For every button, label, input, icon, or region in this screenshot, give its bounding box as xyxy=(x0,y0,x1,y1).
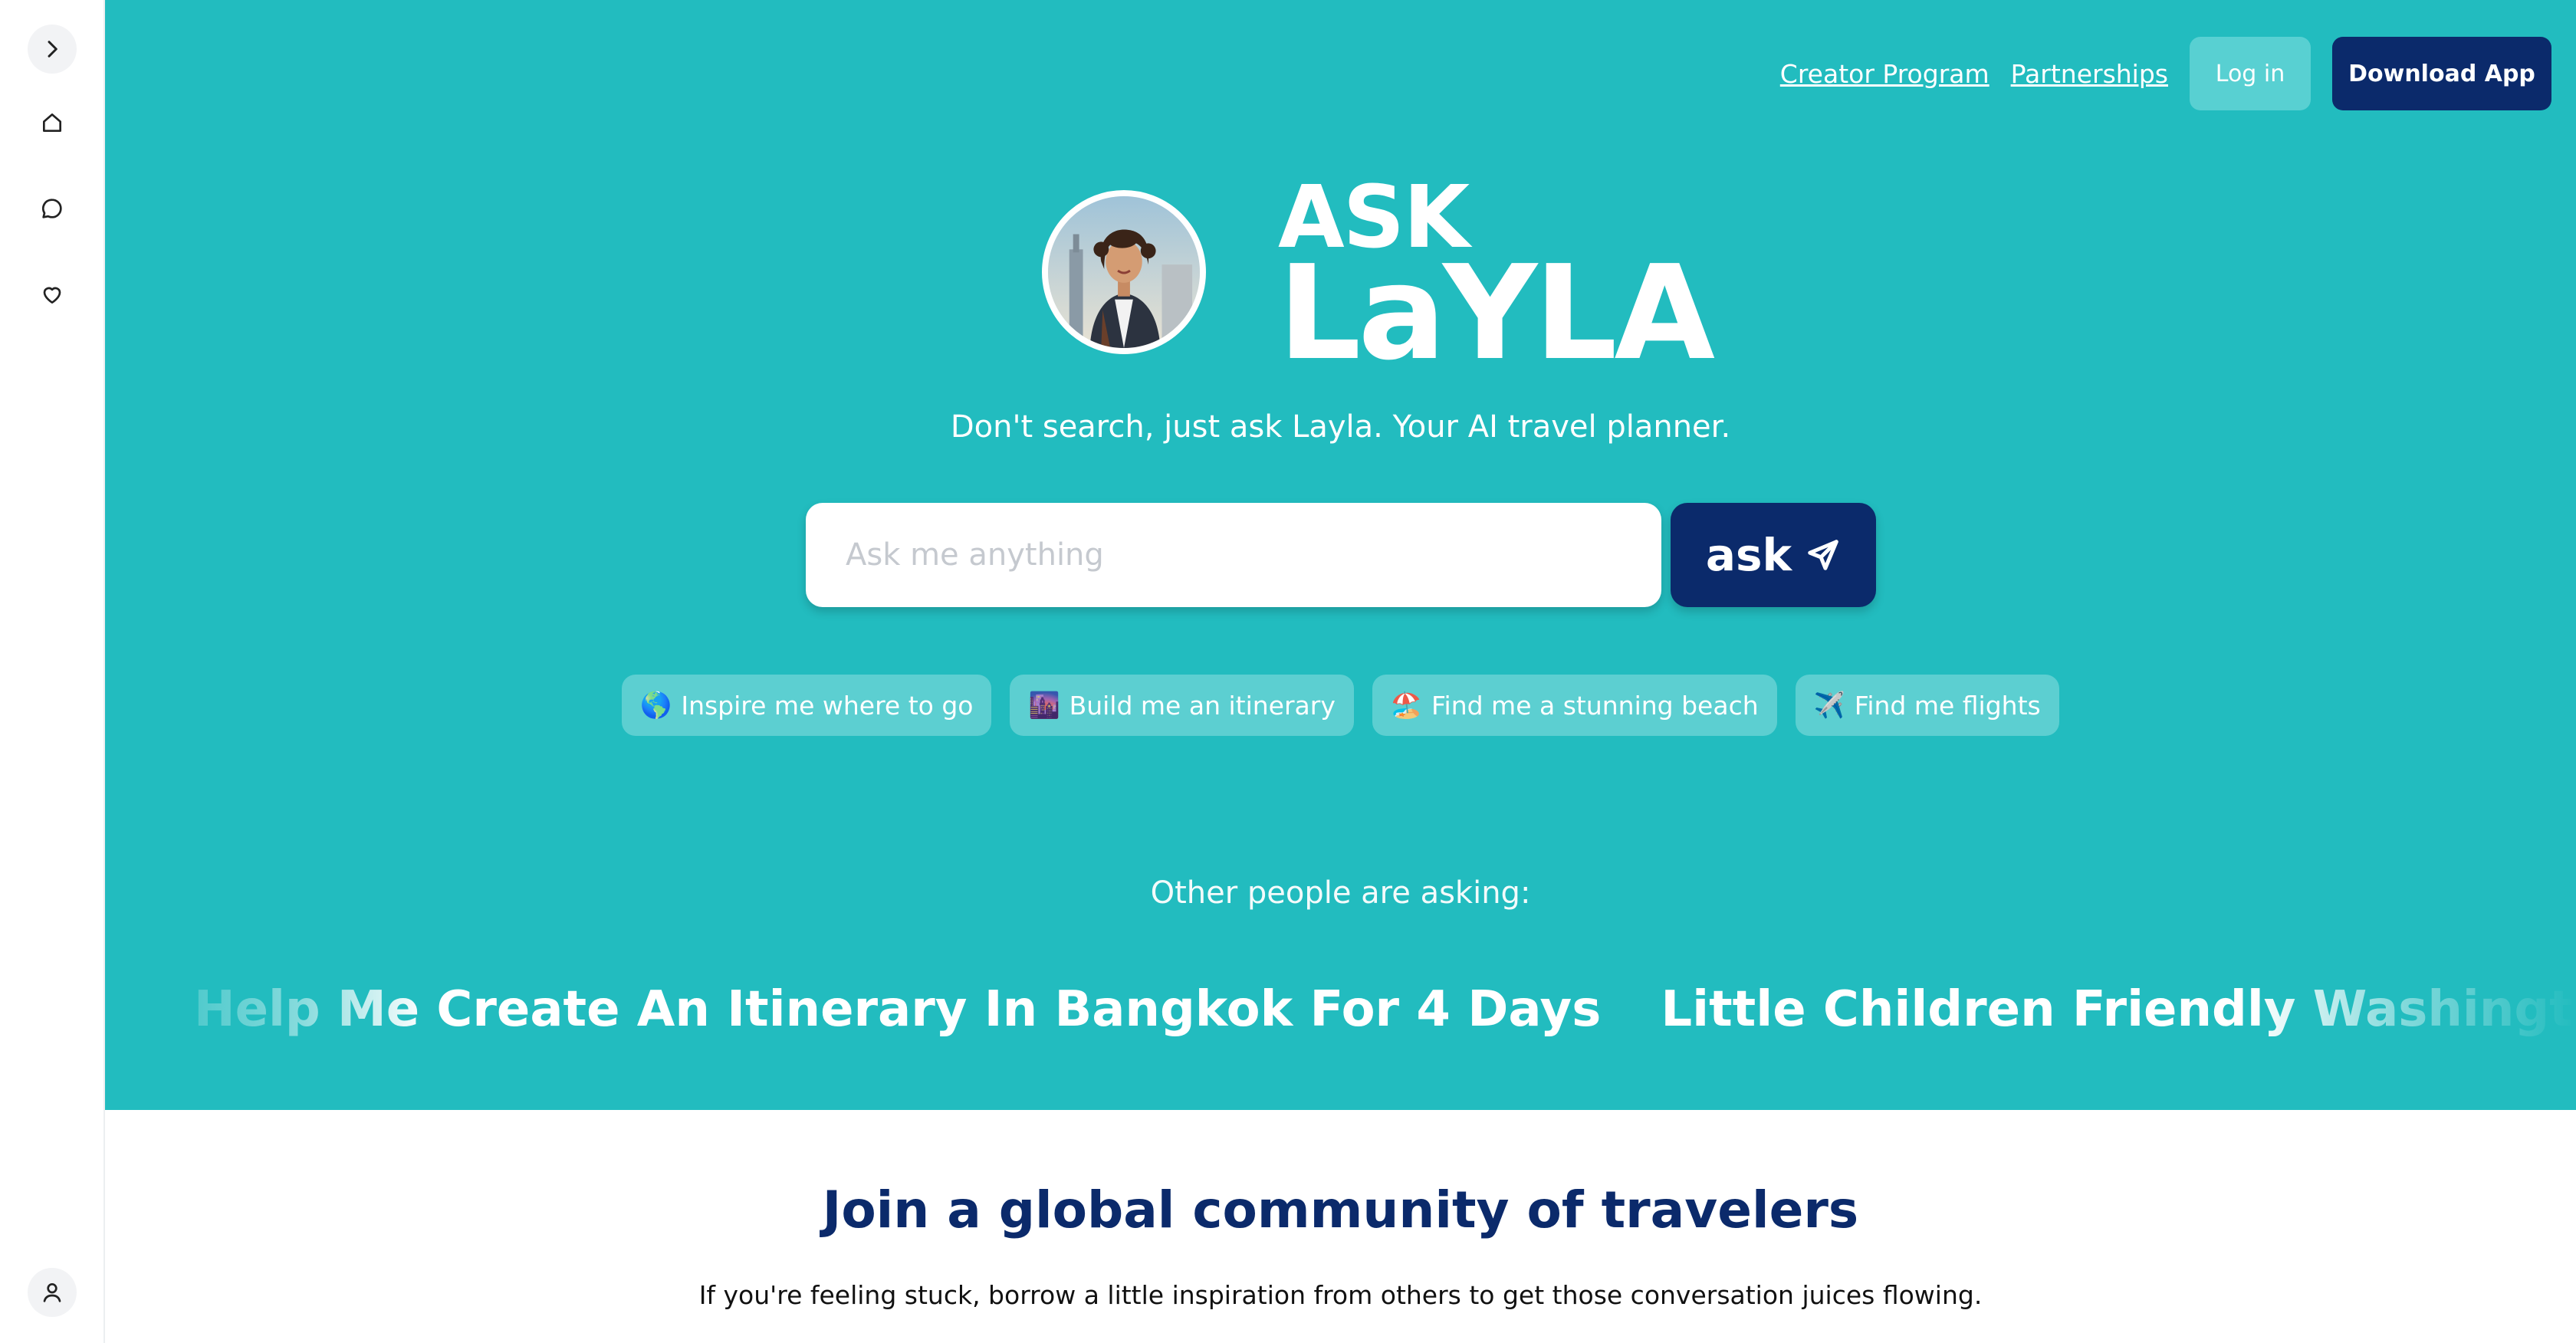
city-sunset-icon: 🌆 xyxy=(1028,690,1060,720)
search-placeholder: Ask me anything xyxy=(846,537,1104,573)
user-icon xyxy=(43,1283,61,1302)
partnerships-link[interactable]: Partnerships xyxy=(2011,59,2168,89)
tagline: Don't search, just ask Layla. Your AI tr… xyxy=(950,409,1731,445)
sidebar-item-home[interactable] xyxy=(28,98,77,147)
layla-avatar xyxy=(1042,190,1206,354)
chip-label: Inspire me where to go xyxy=(681,690,974,721)
chip-label: Find me flights xyxy=(1854,690,2041,721)
beach-umbrella-icon: 🏖️ xyxy=(1390,690,1422,720)
marquee-fade-left xyxy=(105,981,427,1058)
chip-label: Find me a stunning beach xyxy=(1431,690,1759,721)
home-icon xyxy=(43,113,61,132)
heart-icon xyxy=(43,287,61,304)
chip-build-itinerary[interactable]: 🌆 Build me an itinerary xyxy=(1010,675,1354,736)
sidebar-item-favorites[interactable] xyxy=(28,270,77,319)
chevron-right-icon xyxy=(48,41,58,57)
marquee-fade-right xyxy=(2254,981,2576,1058)
ask-layla-logo: ASK LaYLA xyxy=(1278,175,1715,379)
top-nav: Creator Program Partnerships Log in Down… xyxy=(1780,37,2551,110)
left-sidebar xyxy=(0,0,105,1343)
chip-find-flights[interactable]: ✈️ Find me flights xyxy=(1795,675,2059,736)
send-icon xyxy=(1808,540,1838,570)
chip-label: Build me an itinerary xyxy=(1069,690,1336,721)
ask-button[interactable]: ask xyxy=(1671,503,1876,607)
chip-inspire-me[interactable]: 🌎 Inspire me where to go xyxy=(622,675,992,736)
creator-program-link[interactable]: Creator Program xyxy=(1780,59,1990,89)
other-people-asking-heading: Other people are asking: xyxy=(1150,875,1531,911)
ask-button-label: ask xyxy=(1705,529,1792,581)
community-heading: Join a global community of travelers xyxy=(822,1180,1859,1240)
profile-button[interactable] xyxy=(28,1268,77,1317)
airplane-icon: ✈️ xyxy=(1813,690,1845,720)
logo-layla-text: LaYLA xyxy=(1278,238,1715,389)
suggestion-chips: 🌎 Inspire me where to go 🌆 Build me an i… xyxy=(105,675,2576,736)
questions-marquee: Help Me Create An Itinerary In Bangkok F… xyxy=(105,981,2576,1058)
globe-icon: 🌎 xyxy=(640,690,672,720)
download-app-button[interactable]: Download App xyxy=(2332,37,2551,110)
expand-sidebar-button[interactable] xyxy=(28,25,77,74)
traveler-portrait-image xyxy=(1048,196,1200,348)
search-input[interactable]: Ask me anything xyxy=(806,503,1661,607)
login-button[interactable]: Log in xyxy=(2190,37,2311,110)
hero-section: Creator Program Partnerships Log in Down… xyxy=(105,0,2576,1110)
chat-bubble-icon xyxy=(41,199,62,218)
community-subtitle: If you're feeling stuck, borrow a little… xyxy=(698,1280,1983,1310)
chip-find-beach[interactable]: 🏖️ Find me a stunning beach xyxy=(1372,675,1777,736)
sidebar-item-chats[interactable] xyxy=(28,184,77,233)
marquee-track: Help Me Create An Itinerary In Bangkok F… xyxy=(194,981,2576,1038)
